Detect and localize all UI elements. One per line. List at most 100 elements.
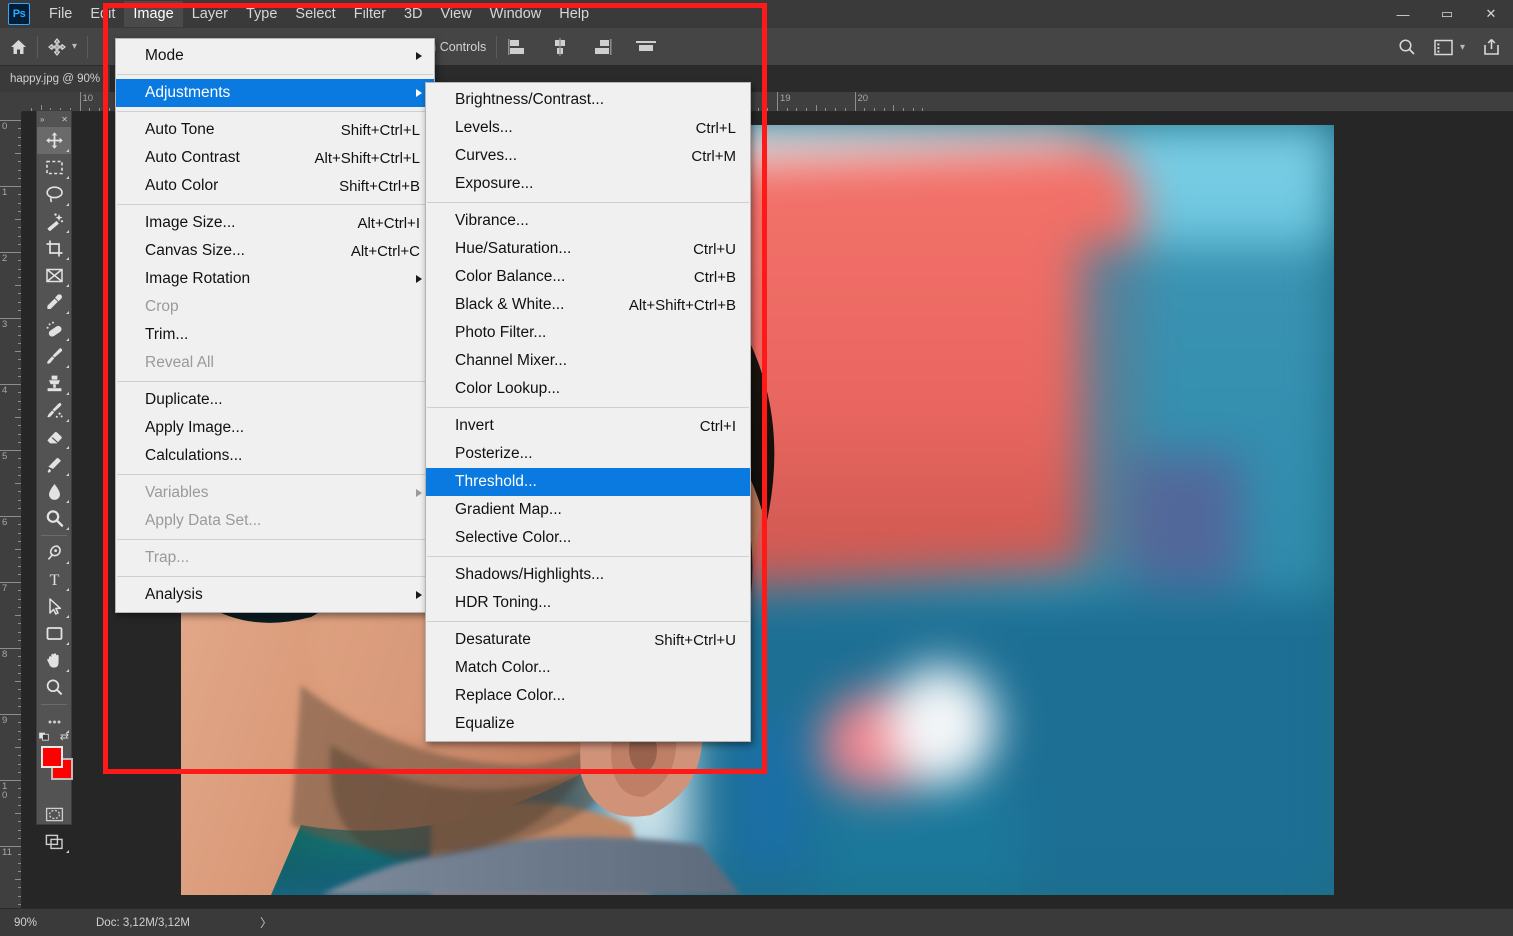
default-colors-icon[interactable]	[39, 731, 51, 741]
image-menu-item-analysis[interactable]: Analysis	[116, 581, 434, 609]
quick-mask-button[interactable]	[37, 801, 71, 828]
close-icon[interactable]: ✕	[61, 115, 68, 124]
adjustments-menu-item-selective-color[interactable]: Selective Color...	[426, 524, 750, 552]
dodge-tool[interactable]	[37, 505, 71, 532]
maximize-button[interactable]: ▭	[1425, 0, 1469, 28]
align-left-edges-button[interactable]	[497, 28, 539, 66]
vertical-ruler[interactable]: 012345678910111	[0, 112, 22, 908]
menubar-item-select[interactable]: Select	[286, 1, 344, 27]
menubar-item-3d[interactable]: 3D	[395, 1, 432, 27]
adjustments-menu-item-invert[interactable]: InvertCtrl+I	[426, 412, 750, 440]
document-tab[interactable]: happy.jpg @ 90%	[0, 66, 111, 92]
adjustments-menu-item-gradient-map[interactable]: Gradient Map...	[426, 496, 750, 524]
menubar-item-window[interactable]: Window	[481, 1, 551, 27]
clone-stamp-tool[interactable]	[37, 370, 71, 397]
gradient-tool[interactable]	[37, 451, 71, 478]
history-brush-tool[interactable]	[37, 397, 71, 424]
eraser-tool[interactable]	[37, 424, 71, 451]
blur-tool[interactable]	[37, 478, 71, 505]
image-menu-item-auto-tone[interactable]: Auto ToneShift+Ctrl+L	[116, 116, 434, 144]
adjustments-menu-item-photo-filter[interactable]: Photo Filter...	[426, 319, 750, 347]
adjustments-submenu[interactable]: Brightness/Contrast...Levels...Ctrl+LCur…	[425, 82, 751, 742]
adjustments-menu-item-exposure[interactable]: Exposure...	[426, 170, 750, 198]
rectangle-tool[interactable]	[37, 620, 71, 647]
ruler-v-label: 8	[2, 650, 12, 659]
adjustments-menu-item-label: Black & White...	[455, 296, 564, 314]
align-top-edges-button[interactable]	[623, 28, 669, 66]
status-expand-arrow[interactable]: 〉	[190, 914, 272, 931]
image-menu[interactable]: ModeAdjustmentsAuto ToneShift+Ctrl+LAuto…	[115, 38, 435, 613]
image-menu-item-calculations[interactable]: Calculations...	[116, 442, 434, 470]
eyedropper-tool[interactable]	[37, 289, 71, 316]
color-swatches[interactable]: ⇄	[37, 743, 71, 789]
move-tool[interactable]	[37, 127, 71, 154]
frame-tool[interactable]	[37, 262, 71, 289]
menubar-item-help[interactable]: Help	[550, 1, 598, 27]
adjustments-menu-item-match-color[interactable]: Match Color...	[426, 654, 750, 682]
close-button[interactable]: ✕	[1469, 0, 1513, 28]
swap-colors-icon[interactable]: ⇄	[60, 730, 69, 743]
zoom-tool[interactable]	[37, 674, 71, 701]
menubar-item-file[interactable]: File	[40, 1, 81, 27]
type-tool[interactable]: T	[37, 566, 71, 593]
menu-bar[interactable]: FileEditImageLayerTypeSelectFilter3DView…	[40, 0, 598, 28]
screen-mode-button[interactable]	[37, 828, 71, 855]
adjustments-menu-item-channel-mixer[interactable]: Channel Mixer...	[426, 347, 750, 375]
menubar-item-view[interactable]: View	[432, 1, 481, 27]
adjustments-menu-item-desaturate[interactable]: DesaturateShift+Ctrl+U	[426, 626, 750, 654]
image-menu-item-label: Auto Contrast	[145, 149, 240, 167]
menubar-item-image[interactable]: Image	[124, 1, 182, 27]
adjustments-menu-item-color-lookup[interactable]: Color Lookup...	[426, 375, 750, 403]
adjustments-menu-item-hue-saturation[interactable]: Hue/Saturation...Ctrl+U	[426, 235, 750, 263]
image-menu-item-mode[interactable]: Mode	[116, 42, 434, 70]
workspace-button[interactable]: ▾	[1425, 28, 1474, 66]
pen-tool[interactable]	[37, 539, 71, 566]
align-horizontal-centers-button[interactable]	[539, 28, 581, 66]
image-menu-item-canvas-size[interactable]: Canvas Size...Alt+Ctrl+C	[116, 237, 434, 265]
double-chevron-right-icon[interactable]: »	[40, 115, 44, 124]
ruler-v-minor-tick	[15, 879, 22, 880]
adjustments-menu-item-replace-color[interactable]: Replace Color...	[426, 682, 750, 710]
image-menu-item-auto-contrast[interactable]: Auto ContrastAlt+Shift+Ctrl+L	[116, 144, 434, 172]
healing-brush-tool[interactable]	[37, 316, 71, 343]
hand-tool[interactable]	[37, 647, 71, 674]
adjustments-menu-item-shadows-highlights[interactable]: Shadows/Highlights...	[426, 561, 750, 589]
image-menu-item-apply-image[interactable]: Apply Image...	[116, 414, 434, 442]
active-tool-button[interactable]: ▾	[38, 28, 87, 66]
adjustments-menu-item-curves[interactable]: Curves...Ctrl+M	[426, 142, 750, 170]
adjustments-menu-item-posterize[interactable]: Posterize...	[426, 440, 750, 468]
crop-tool[interactable]	[37, 235, 71, 262]
lasso-tool[interactable]	[37, 181, 71, 208]
adjustments-menu-item-hdr-toning[interactable]: HDR Toning...	[426, 589, 750, 617]
align-right-edges-button[interactable]	[581, 28, 623, 66]
minimize-button[interactable]: —	[1381, 0, 1425, 28]
path-selection-tool[interactable]	[37, 593, 71, 620]
image-menu-item-trim[interactable]: Trim...	[116, 321, 434, 349]
image-menu-item-adjustments[interactable]: Adjustments	[116, 79, 434, 107]
image-menu-item-image-rotation[interactable]: Image Rotation	[116, 265, 434, 293]
menubar-item-layer[interactable]: Layer	[183, 1, 237, 27]
adjustments-menu-item-brightness-contrast[interactable]: Brightness/Contrast...	[426, 86, 750, 114]
adjustments-menu-item-threshold[interactable]: Threshold...	[426, 468, 750, 496]
adjustments-menu-item-levels[interactable]: Levels...Ctrl+L	[426, 114, 750, 142]
image-menu-item-duplicate[interactable]: Duplicate...	[116, 386, 434, 414]
chevron-down-icon[interactable]: ▾	[1460, 42, 1465, 53]
rectangular-marquee-tool[interactable]	[37, 154, 71, 181]
menubar-item-edit[interactable]: Edit	[81, 1, 124, 27]
image-menu-item-image-size[interactable]: Image Size...Alt+Ctrl+I	[116, 209, 434, 237]
foreground-color-swatch[interactable]	[41, 746, 63, 768]
tools-panel[interactable]: » ✕	[36, 110, 72, 825]
image-menu-item-auto-color[interactable]: Auto ColorShift+Ctrl+B	[116, 172, 434, 200]
search-button[interactable]	[1389, 28, 1425, 66]
share-button[interactable]	[1474, 28, 1509, 66]
brush-tool[interactable]	[37, 343, 71, 370]
zoom-level[interactable]: 90%	[0, 917, 54, 929]
adjustments-menu-item-black-white[interactable]: Black & White...Alt+Shift+Ctrl+B	[426, 291, 750, 319]
adjustments-menu-item-color-balance[interactable]: Color Balance...Ctrl+B	[426, 263, 750, 291]
adjustments-menu-item-vibrance[interactable]: Vibrance...	[426, 207, 750, 235]
magic-wand-tool[interactable]	[37, 208, 71, 235]
menubar-item-type[interactable]: Type	[237, 1, 286, 27]
adjustments-menu-item-equalize[interactable]: Equalize	[426, 710, 750, 738]
menubar-item-filter[interactable]: Filter	[345, 1, 395, 27]
home-button[interactable]	[0, 28, 37, 66]
